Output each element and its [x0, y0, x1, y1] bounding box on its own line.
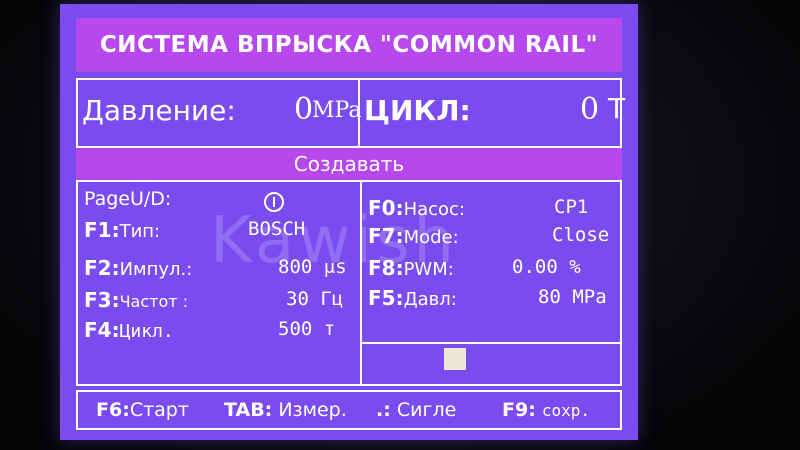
footer-measure-button[interactable]: TAB: Измер.	[224, 399, 347, 421]
f4-key: F4:	[84, 318, 120, 342]
f8-label: PWM:	[403, 259, 454, 280]
f9-key: F9:	[502, 399, 536, 421]
f2-key: F2:	[84, 256, 120, 280]
param-f2-key: F2:Импул.:	[84, 256, 192, 280]
f3-label: Частот :	[119, 292, 189, 311]
lcd-screen: СИСТЕМА ВПРЫСКА "COMMON RAIL" Давление: …	[60, 4, 638, 440]
f3-value: 30 Гц	[286, 288, 344, 310]
pressure-readout: Давление: 0 MPa	[78, 80, 362, 146]
param-f4-cycle[interactable]: F4:Цикл. 500 т	[78, 318, 360, 346]
pressure-label: Давление:	[82, 94, 236, 127]
param-f1-type[interactable]: F1:Тип: BOSCH	[78, 218, 360, 246]
f0-value: CP1	[554, 196, 589, 218]
cycle-readout: ЦИКЛ: 0 T	[360, 80, 626, 146]
f5-value: 80 MPa	[538, 286, 607, 308]
f7-value: Close	[552, 224, 610, 246]
status-indicator-square	[444, 348, 466, 370]
f0-key: F0:	[368, 196, 404, 220]
left-parameters: PageU/D: F1:Тип: BOSCH F2:Импул.: 800 μs…	[78, 182, 362, 384]
cycle-unit: T	[608, 92, 626, 125]
page-row[interactable]: PageU/D:	[78, 188, 360, 216]
param-f5-key: F5:Давл:	[368, 286, 457, 310]
power-icon	[264, 192, 284, 212]
param-f8-pwm[interactable]: F8:PWM: 0.00 %	[362, 256, 622, 284]
dot-key: .:	[376, 399, 391, 421]
footer-signal-button[interactable]: .: Сигле	[376, 399, 456, 421]
f8-value: 0.00 %	[512, 256, 581, 278]
param-f5-pressure[interactable]: F5:Давл: 80 MPa	[362, 286, 622, 314]
param-f3-key: F3:Частот :	[84, 288, 188, 312]
function-key-bar: F6:Старт TAB: Измер. .: Сигле F9: сохр.	[76, 390, 622, 430]
param-f3-frequency[interactable]: F3:Частот : 30 Гц	[78, 288, 360, 316]
footer-save-button[interactable]: F9: сохр.	[502, 399, 590, 421]
tab-label: Измер.	[278, 399, 347, 421]
f2-label: Импул.:	[119, 259, 193, 280]
f1-value: BOSCH	[248, 218, 306, 240]
tab-key: TAB:	[224, 399, 273, 421]
param-f0-key: F0:Насос:	[368, 196, 465, 220]
f5-key: F5:	[368, 286, 404, 310]
page-title: СИСТЕМА ВПРЫСКА "COMMON RAIL"	[76, 18, 622, 72]
page-label: PageU/D:	[84, 188, 172, 210]
f1-label: Тип:	[119, 221, 161, 242]
f4-label: Цикл.	[119, 321, 174, 342]
f8-key: F8:	[368, 256, 404, 280]
pressure-value: 0	[294, 92, 314, 127]
f6-key: F6:	[96, 399, 130, 421]
pressure-unit: MPa	[312, 98, 362, 123]
param-f0-pump[interactable]: F0:Насос: CP1	[362, 196, 622, 224]
cycle-label: ЦИКЛ:	[364, 94, 471, 127]
f3-key: F3:	[84, 288, 120, 312]
mode-label: Создавать	[293, 152, 405, 176]
title-text: СИСТЕМА ВПРЫСКА "COMMON RAIL"	[99, 32, 599, 58]
monitor-bezel: СИСТЕМА ВПРЫСКА "COMMON RAIL" Давление: …	[0, 0, 800, 450]
dot-label: Сигле	[396, 399, 457, 421]
param-f1-key: F1:Тип:	[84, 218, 160, 242]
f2-value: 800 μs	[278, 256, 347, 278]
cycle-value: 0	[580, 92, 600, 127]
f1-key: F1:	[84, 218, 120, 242]
status-panel: Давление: 0 MPa ЦИКЛ: 0 T	[76, 78, 626, 148]
param-f7-mode[interactable]: F7:Mode: Close	[362, 224, 622, 252]
f4-value: 500 т	[278, 318, 336, 340]
indicator-row	[362, 342, 622, 386]
right-parameters: F0:Насос: CP1 F7:Mode: Close F8:PWM: 0.0…	[362, 182, 622, 384]
f9-label: сохр.	[541, 401, 591, 420]
f7-label: Mode:	[403, 227, 459, 248]
param-f2-pulse[interactable]: F2:Импул.: 800 μs	[78, 256, 360, 284]
f0-label: Насос:	[403, 199, 466, 220]
f7-key: F7:	[368, 224, 404, 248]
param-f7-key: F7:Mode:	[368, 224, 459, 248]
parameters-panel: PageU/D: F1:Тип: BOSCH F2:Импул.: 800 μs…	[76, 180, 622, 386]
param-f4-key: F4:Цикл.	[84, 318, 174, 342]
footer-start-button[interactable]: F6:Старт	[96, 399, 189, 421]
f6-label: Старт	[129, 399, 189, 421]
mode-bar[interactable]: Создавать	[76, 148, 622, 180]
param-f8-key: F8:PWM:	[368, 256, 454, 280]
f5-label: Давл:	[403, 289, 457, 310]
